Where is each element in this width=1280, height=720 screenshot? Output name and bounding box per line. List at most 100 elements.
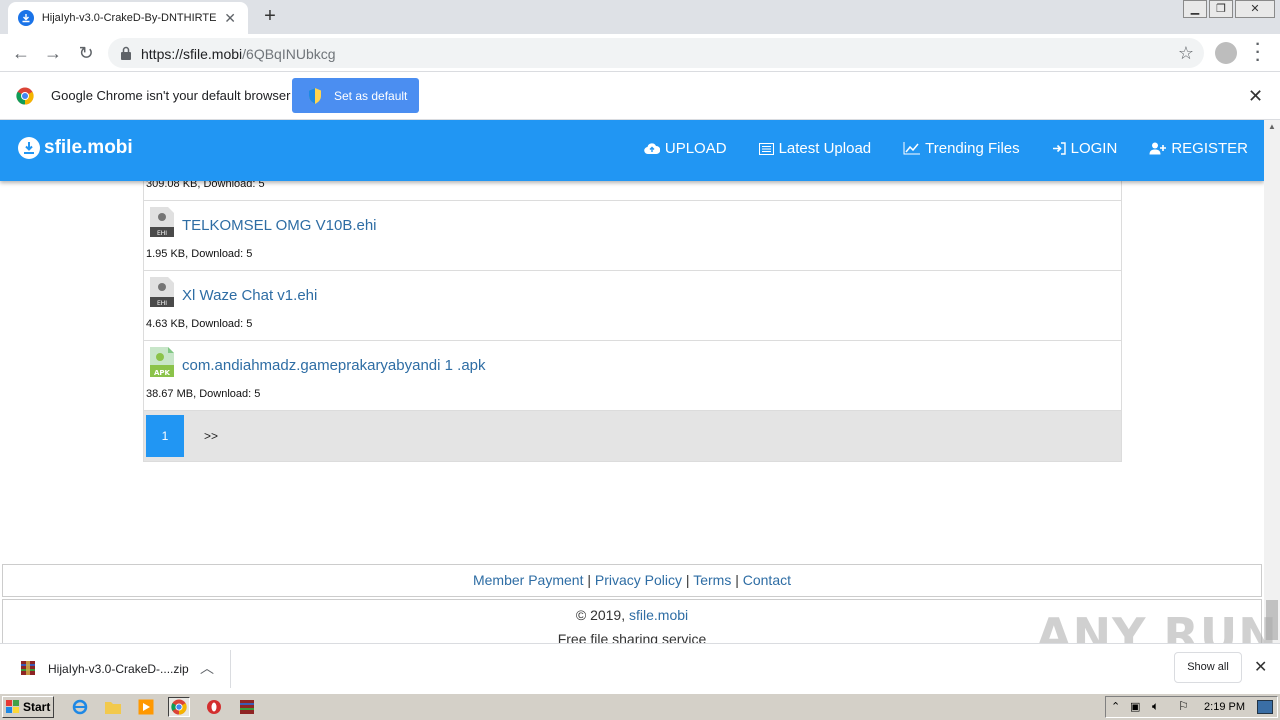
explorer-folder-icon[interactable] <box>102 697 124 717</box>
page-1-button[interactable]: 1 <box>146 415 184 457</box>
separator: | <box>587 572 591 588</box>
winrar-file-icon <box>21 661 35 675</box>
cloud-upload-icon <box>644 143 660 155</box>
chrome-taskbar-icon[interactable] <box>168 697 190 717</box>
chevron-up-icon[interactable]: ︿ <box>200 658 214 678</box>
reload-icon[interactable]: ↻ <box>75 42 97 64</box>
nav-trending-files-label: Trending Files <box>925 140 1020 157</box>
member-payment-link[interactable]: Member Payment <box>473 572 583 588</box>
ehi-file-icon: EHI <box>150 277 174 307</box>
show-all-button[interactable]: Show all <box>1174 652 1242 683</box>
download-item-name[interactable]: HijaIyh-v3.0-CrakeD-....zip <box>48 662 189 676</box>
contact-link[interactable]: Contact <box>743 572 791 588</box>
profile-avatar-icon[interactable] <box>1215 42 1237 64</box>
nav-register-label: REGISTER <box>1171 140 1248 157</box>
sfile-favicon-icon <box>18 10 34 26</box>
network-icon[interactable]: ▣ <box>1130 700 1140 713</box>
chrome-logo-icon <box>16 87 34 105</box>
new-tab-button[interactable]: + <box>258 6 282 28</box>
uac-shield-icon <box>309 87 321 104</box>
back-icon[interactable]: ← <box>10 42 32 64</box>
nav-upload[interactable]: UPLOAD <box>644 140 727 157</box>
page-scrollbar[interactable]: ▲ <box>1264 120 1280 643</box>
terms-link[interactable]: Terms <box>693 572 731 588</box>
window-controls: ▁ ❐ ✕ <box>1181 0 1275 20</box>
svg-text:EHI: EHI <box>157 300 167 307</box>
infobar-close-icon[interactable]: ✕ <box>1248 86 1263 107</box>
nav-latest-upload[interactable]: Latest Upload <box>758 140 872 157</box>
tab-close-icon[interactable]: ✕ <box>222 10 238 26</box>
windows-taskbar: Start ⌃ ▣ 🔈︎ ⚐ 2:19 PM <box>0 693 1280 720</box>
file-list: 309.08 KB, Download: 5 EHI TELKOMSEL OMG… <box>143 168 1122 462</box>
next-page-link[interactable]: >> <box>204 429 218 443</box>
lock-icon <box>121 46 131 60</box>
forward-icon[interactable]: → <box>42 42 64 64</box>
nav-login[interactable]: LOGIN <box>1052 140 1118 157</box>
ie-icon[interactable] <box>69 697 91 717</box>
page-viewport: sfile.mobi UPLOAD Latest Upload Trending… <box>0 120 1264 643</box>
nav-latest-upload-label: Latest Upload <box>778 140 872 157</box>
site-navbar: sfile.mobi UPLOAD Latest Upload Trending… <box>0 120 1264 181</box>
svg-text:EHI: EHI <box>157 230 167 237</box>
address-bar[interactable]: https://sfile.mobi/6QBqINUbkcg ☆ <box>108 38 1204 68</box>
opera-icon[interactable] <box>203 697 225 717</box>
tab-strip: HijaIyh-v3.0-CrakeD-By-DNTHIRTEEN ✕ + ▁ … <box>0 0 1280 34</box>
url-text: https://sfile.mobi/6QBqINUbkcg <box>141 46 336 62</box>
shelf-close-icon[interactable]: ✕ <box>1254 657 1267 677</box>
user-plus-icon <box>1149 142 1167 155</box>
sign-in-icon <box>1052 142 1066 155</box>
file-link[interactable]: com.andiahmadz.gameprakaryabyandi 1 .apk <box>182 357 486 374</box>
chart-icon <box>903 142 921 155</box>
winrar-taskbar-icon[interactable] <box>236 697 258 717</box>
file-row: EHI Xl Waze Chat v1.ehi 4.63 KB, Downloa… <box>143 271 1122 341</box>
windows-flag-icon <box>6 700 19 713</box>
file-link[interactable]: Xl Waze Chat v1.ehi <box>182 287 317 304</box>
menu-dots-icon[interactable]: · · · <box>1250 37 1266 69</box>
download-logo-icon <box>18 137 40 159</box>
browser-toolbar: ← → ↻ https://sfile.mobi/6QBqINUbkcg ☆ ·… <box>0 34 1280 72</box>
footer-links: Member Payment | Privacy Policy | Terms … <box>2 564 1262 597</box>
ehi-file-icon: EHI <box>150 207 174 237</box>
show-desktop-icon[interactable] <box>1257 700 1273 714</box>
list-icon <box>758 142 774 155</box>
site-logo[interactable]: sfile.mobi <box>18 137 133 159</box>
volume-icon[interactable]: 🔈︎ <box>1152 699 1159 714</box>
brand-name: sfile.mobi <box>44 137 133 158</box>
file-link[interactable]: TELKOMSEL OMG V10B.ehi <box>182 217 377 234</box>
set-as-default-button[interactable]: Set as default <box>292 78 419 113</box>
separator: | <box>685 572 690 588</box>
url-host: https://sfile.mobi <box>141 46 243 62</box>
system-tray: ⌃ ▣ 🔈︎ ⚐ 2:19 PM <box>1105 696 1278 718</box>
file-meta: 1.95 KB, Download: 5 <box>146 248 253 260</box>
scroll-up-icon[interactable]: ▲ <box>1264 122 1280 134</box>
svg-text:APK: APK <box>154 369 171 377</box>
nav-register[interactable]: REGISTER <box>1149 140 1248 157</box>
infobar-message: Google Chrome isn't your default browser <box>51 88 291 103</box>
tab-title: HijaIyh-v3.0-CrakeD-By-DNTHIRTEEN <box>41 12 217 24</box>
taskbar-clock: 2:19 PM <box>1204 701 1245 713</box>
shelf-divider <box>230 650 231 688</box>
minimize-button[interactable]: ▁ <box>1183 0 1207 18</box>
copyright-site-link[interactable]: sfile.mobi <box>629 607 688 623</box>
start-button[interactable]: Start <box>2 696 54 718</box>
file-row: APK com.andiahmadz.gameprakaryabyandi 1 … <box>143 341 1122 411</box>
bookmark-star-icon[interactable]: ☆ <box>1178 43 1194 64</box>
tray-expand-icon[interactable]: ⌃ <box>1111 700 1120 713</box>
close-window-button[interactable]: ✕ <box>1235 0 1275 18</box>
file-meta: 38.67 MB, Download: 5 <box>146 388 261 400</box>
default-browser-infobar: Google Chrome isn't your default browser… <box>0 72 1280 120</box>
browser-tab[interactable]: HijaIyh-v3.0-CrakeD-By-DNTHIRTEEN ✕ <box>8 2 248 34</box>
copyright-text: © 2019, <box>575 607 626 623</box>
pagination: 1 >> <box>143 411 1122 462</box>
nav-trending-files[interactable]: Trending Files <box>903 140 1020 157</box>
restore-button[interactable]: ❐ <box>1209 0 1233 18</box>
url-path: /6QBqINUbkcg <box>242 46 336 62</box>
separator: | <box>735 572 739 588</box>
apk-file-icon: APK <box>150 347 174 377</box>
media-player-icon[interactable] <box>135 697 157 717</box>
set-as-default-label: Set as default <box>334 88 408 103</box>
nav-login-label: LOGIN <box>1070 140 1118 157</box>
privacy-policy-link[interactable]: Privacy Policy <box>595 572 682 588</box>
action-center-flag-icon[interactable]: ⚐ <box>1178 699 1189 713</box>
start-label: Start <box>23 700 51 714</box>
